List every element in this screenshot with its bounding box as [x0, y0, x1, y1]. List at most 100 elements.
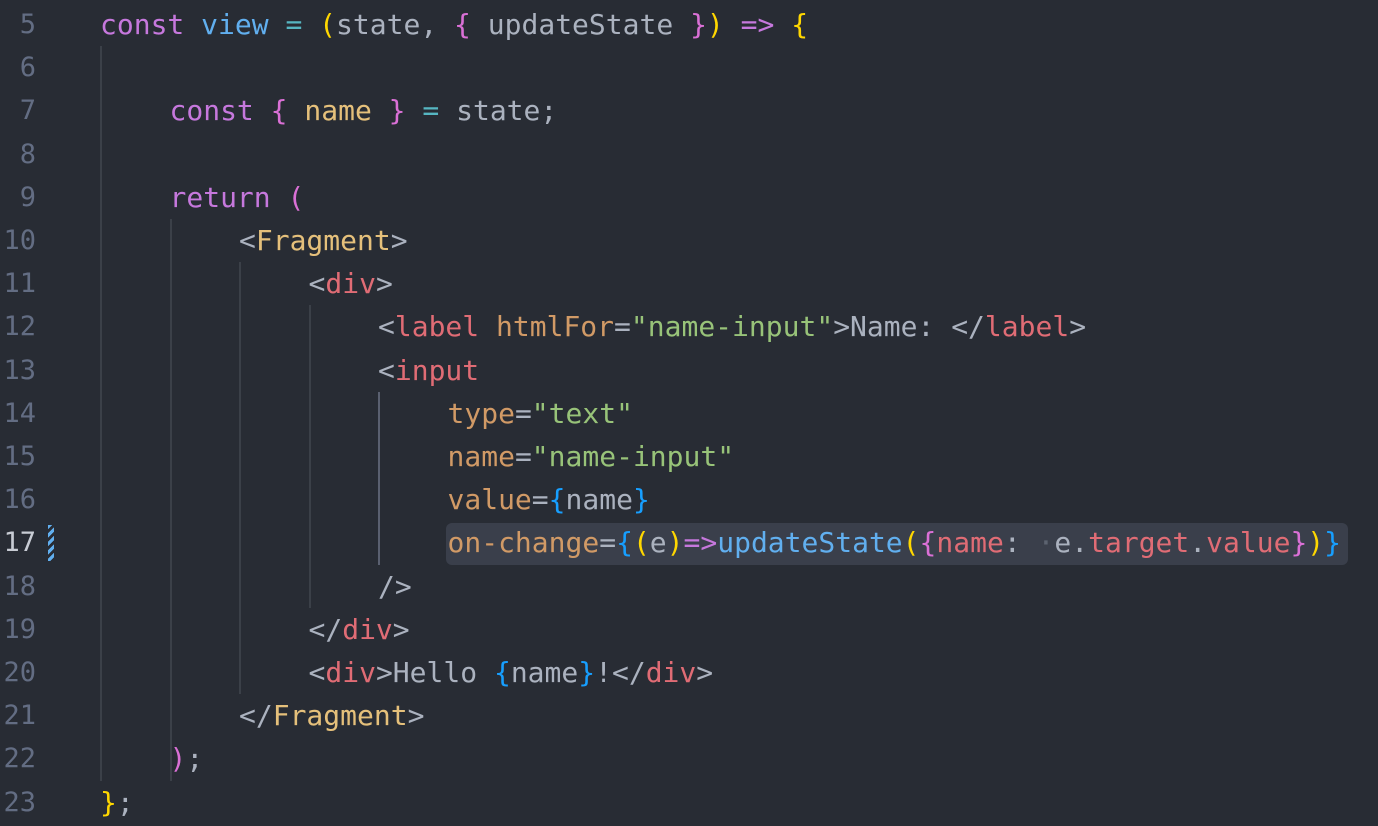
code-token: "name-input"	[630, 310, 834, 344]
code-token: name	[447, 440, 515, 473]
line-number: 16	[3, 484, 36, 516]
code-line[interactable]: </Fragment>	[239, 694, 424, 737]
line-number: 22	[3, 743, 36, 775]
code-area[interactable]: const view = (state, { updateState }) =>…	[100, 0, 1378, 826]
code-editor[interactable]: 5 6 7 8 9 10 11 12 13 14 15 16 17 18 19 20 21 22 23 const …	[0, 0, 1378, 826]
indent-guide	[100, 46, 102, 781]
line-number: 14	[3, 397, 36, 429]
code-line[interactable]: const { name } = state;	[170, 89, 558, 132]
code-token: div	[325, 267, 376, 301]
code-token: name	[304, 94, 372, 128]
code-token: =	[285, 8, 303, 41]
code-token: e	[649, 526, 667, 560]
code-token: =	[531, 483, 549, 517]
code-token: name	[510, 656, 579, 689]
line-number: 6	[19, 52, 36, 84]
code-line[interactable]: );	[170, 737, 204, 780]
code-token: ;	[116, 785, 134, 819]
indent-guide	[308, 305, 311, 608]
code-line[interactable]: <div>Hello {name}!</div>	[309, 651, 714, 694]
code-token: state,	[336, 8, 455, 41]
code-token: =>	[740, 8, 775, 41]
code-token: div	[645, 656, 697, 689]
code-token: =	[422, 94, 440, 128]
code-token: />	[378, 569, 412, 603]
code-token: }	[578, 656, 596, 689]
code-token: label	[984, 310, 1070, 344]
line-number: 19	[3, 613, 36, 645]
code-line[interactable]: </div>	[309, 608, 410, 651]
code-token: }	[632, 483, 650, 517]
code-token: {	[270, 94, 288, 128]
code-token: !</	[595, 656, 646, 689]
line-number: 20	[3, 657, 36, 688]
line-number-gutter: 5 6 7 8 9 10 11 12 13 14 15 16 17 18 19 20 21 22 23	[0, 0, 60, 826]
code-line[interactable]: <div>	[309, 262, 393, 305]
code-token: {	[548, 483, 566, 517]
line-number: 12	[3, 311, 36, 343]
code-token: div	[342, 612, 393, 646]
code-token: }	[690, 8, 707, 41]
code-token: {	[454, 8, 471, 41]
code-line[interactable]: name="name-input"	[448, 435, 735, 478]
code-token: >	[392, 612, 410, 646]
line-number: 7	[19, 95, 36, 127]
code-token: div	[325, 656, 376, 689]
line-number: 5	[19, 9, 36, 40]
code-token: >	[390, 224, 408, 257]
code-line[interactable]: value={name}	[448, 478, 650, 521]
code-token: (	[632, 526, 650, 560]
code-line[interactable]: const view = (state, { updateState }) =>…	[100, 3, 808, 46]
code-line[interactable]: type="text"	[448, 392, 633, 435]
code-line[interactable]: return (	[170, 176, 305, 219]
code-token: type	[447, 396, 515, 430]
code-token: </	[239, 699, 273, 733]
code-token: >	[696, 656, 714, 689]
code-token: <	[378, 310, 395, 344]
code-token: const	[100, 8, 185, 41]
code-token: const	[169, 94, 254, 128]
code-token: {	[493, 656, 511, 689]
code-token: name	[936, 526, 1004, 560]
code-token: <	[378, 353, 395, 387]
code-token: target	[1088, 526, 1190, 560]
code-token: .	[1189, 526, 1207, 560]
code-token: )	[169, 742, 187, 776]
code-token: }	[100, 785, 117, 819]
code-token: return	[169, 180, 271, 214]
line-number: 9	[19, 181, 36, 213]
line-number: 13	[3, 354, 36, 386]
code-line[interactable]: <label htmlFor="name-input">Name: </labe…	[378, 305, 1086, 348]
code-line[interactable]: />	[378, 565, 412, 608]
code-token: name	[565, 483, 633, 517]
code-line[interactable]: <Fragment>	[239, 219, 408, 262]
code-line[interactable]: on-change={(e)=>updateState({name: ·e.ta…	[448, 521, 1342, 564]
code-token: e.	[1054, 526, 1089, 560]
code-token: =	[614, 310, 631, 344]
code-token: =>	[683, 526, 718, 560]
code-token: on-change	[447, 526, 600, 560]
code-line[interactable]: };	[100, 781, 134, 824]
line-number: 10	[3, 225, 36, 256]
code-token: ·	[1020, 526, 1055, 560]
code-token: (	[319, 8, 337, 41]
line-number: 23	[3, 786, 36, 818]
code-token: state;	[439, 94, 558, 128]
code-token: value	[1206, 526, 1291, 560]
line-number: 17	[3, 527, 36, 559]
code-line[interactable]: <input	[378, 349, 479, 392]
code-token: input	[394, 353, 480, 387]
code-token: )	[1307, 526, 1325, 560]
code-token: =	[599, 526, 617, 560]
code-token: >	[407, 699, 425, 733]
